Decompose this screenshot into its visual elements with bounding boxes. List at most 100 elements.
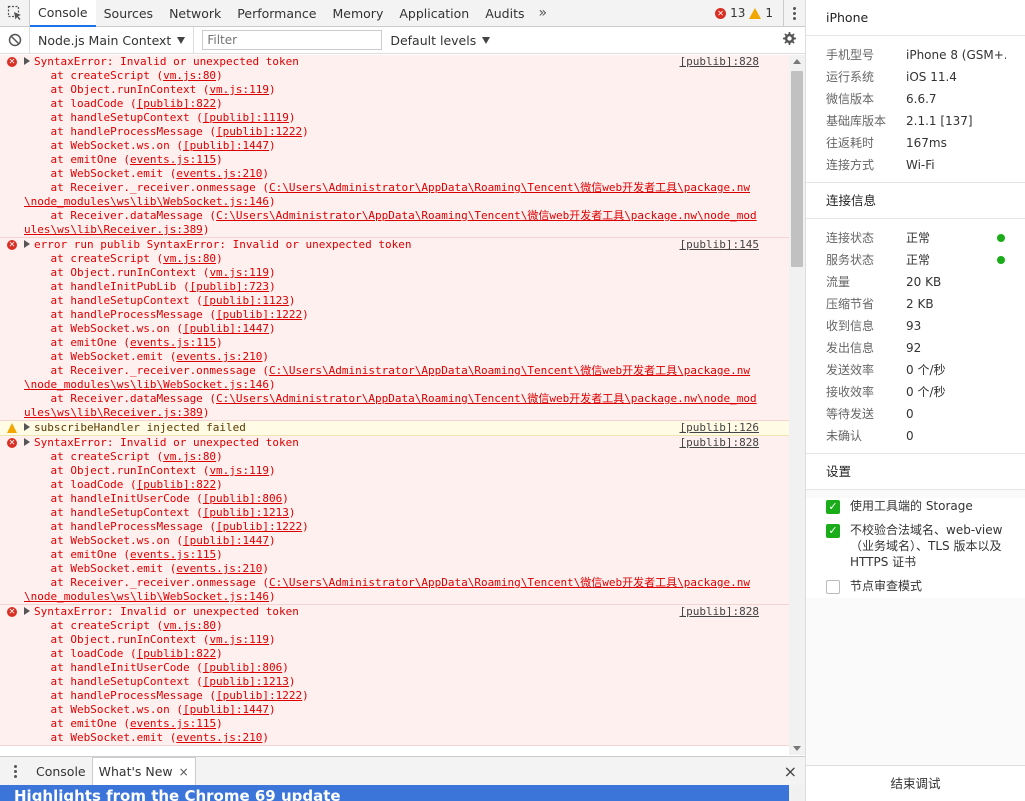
setting-checkbox[interactable]: ✓ [826, 524, 840, 538]
tab-console[interactable]: Console [30, 0, 96, 27]
frame-location-link[interactable]: vm.js:119 [209, 633, 269, 646]
message-header[interactable]: ✕ SyntaxError: Invalid or unexpected toke… [0, 436, 789, 450]
context-selector[interactable]: Node.js Main Context [30, 27, 195, 53]
frame-location-link[interactable]: C:\Users\Administrator\AppData\Roaming\T… [269, 181, 750, 194]
console-message[interactable]: ✕ SyntaxError: Invalid or unexpected toke… [0, 605, 789, 746]
drawer-tab-console[interactable]: Console [30, 757, 92, 785]
message-header[interactable]: ✕ error run publib SyntaxError: Invalid o… [0, 238, 789, 252]
frame-location-link[interactable]: [publib]:806 [203, 661, 282, 674]
message-source-link[interactable]: [publib]:126 [680, 421, 759, 435]
frame-location-link[interactable]: [publib]:1447 [183, 534, 269, 547]
frame-location-link[interactable]: vm.js:119 [209, 266, 269, 279]
tab-audits[interactable]: Audits [477, 0, 532, 27]
frame-location-link[interactable]: [publib]:1222 [216, 125, 302, 138]
frame-location-link[interactable]: events.js:210 [176, 350, 262, 363]
frame-location-link[interactable]: events.js:210 [176, 562, 262, 575]
frame-location-link[interactable]: events.js:115 [130, 548, 216, 561]
frame-location-link[interactable]: [publib]:1222 [216, 308, 302, 321]
frame-location-link[interactable]: [publib]:1447 [183, 703, 269, 716]
frame-function: at handleSetupContext ( [24, 675, 203, 688]
frame-location-link[interactable]: [publib]:1123 [203, 294, 289, 307]
end-debug-button[interactable]: 结束调试 [806, 765, 1025, 801]
frame-location-link[interactable]: vm.js:80 [163, 450, 216, 463]
scroll-down-icon[interactable] [793, 746, 801, 751]
setting-row[interactable]: 节点审查模式 [806, 578, 1025, 594]
inspect-element-icon[interactable] [0, 0, 30, 27]
message-source-link[interactable]: [publib]:828 [680, 55, 759, 69]
frame-location-link[interactable]: events.js:115 [130, 336, 216, 349]
frame-location-link[interactable]: vm.js:119 [209, 83, 269, 96]
frame-location-link[interactable]: C:\Users\Administrator\AppData\Roaming\T… [269, 364, 750, 377]
console-message[interactable]: ✕ error run publib SyntaxError: Invalid o… [0, 238, 789, 421]
frame-location-link[interactable]: [publib]:1119 [203, 111, 289, 124]
frame-location-link[interactable]: [publib]:1222 [216, 520, 302, 533]
gear-icon[interactable] [781, 31, 797, 50]
frame-location-link[interactable]: events.js:115 [130, 717, 216, 730]
frame-location-link[interactable]: [publib]:1447 [183, 139, 269, 152]
frame-location-link[interactable]: [publib]:1213 [203, 675, 289, 688]
expand-triangle-icon[interactable] [24, 423, 30, 431]
message-source-link[interactable]: [publib]:828 [680, 605, 759, 619]
frame-location-link[interactable]: vm.js:80 [163, 619, 216, 632]
frame-location-link[interactable]: \node_modules\ws\lib\WebSocket.js:146 [24, 195, 269, 208]
frame-location-link[interactable]: [publib]:723 [190, 280, 269, 293]
frame-suffix: ) [216, 336, 223, 349]
setting-row[interactable]: ✓ 使用工具端的 Storage [806, 498, 1025, 514]
frame-location-link[interactable]: C:\Users\Administrator\AppData\Roaming\T… [269, 576, 750, 589]
frame-location-link[interactable]: vm.js:80 [163, 252, 216, 265]
tab-sources[interactable]: Sources [96, 0, 161, 27]
drawer-tab-whats-new[interactable]: What's New × [91, 757, 196, 785]
setting-row[interactable]: ✓ 不校验合法域名、web-view（业务域名）、TLS 版本以及 HTTPS 证… [806, 522, 1025, 570]
issue-counters[interactable]: ✕ 13 1 [715, 6, 777, 20]
close-drawer-icon[interactable]: × [784, 762, 797, 781]
frame-location-link[interactable]: C:\Users\Administrator\AppData\Roaming\T… [216, 209, 757, 222]
message-header[interactable]: ✕ SyntaxError: Invalid or unexpected toke… [0, 55, 789, 69]
frame-location-link[interactable]: [publib]:1447 [183, 322, 269, 335]
frame-location-link[interactable]: events.js:115 [130, 153, 216, 166]
drawer-menu-icon[interactable] [0, 757, 30, 785]
frame-location-link[interactable]: events.js:210 [176, 731, 262, 744]
filter-input[interactable] [202, 30, 383, 50]
console-scrollbar[interactable] [789, 55, 805, 755]
frame-location-link[interactable]: [publib]:822 [137, 97, 216, 110]
expand-triangle-icon[interactable] [24, 57, 30, 65]
expand-triangle-icon[interactable] [24, 240, 30, 248]
console-message[interactable]: ✕ SyntaxError: Invalid or unexpected toke… [0, 55, 789, 238]
expand-triangle-icon[interactable] [24, 607, 30, 615]
message-header[interactable]: subscribeHandler injected failed [publib]… [0, 421, 789, 435]
frame-location-link[interactable]: [publib]:806 [203, 492, 282, 505]
message-source-link[interactable]: [publib]:145 [680, 238, 759, 252]
message-header[interactable]: ✕ SyntaxError: Invalid or unexpected toke… [0, 605, 789, 619]
frame-location-link[interactable]: \node_modules\ws\lib\WebSocket.js:146 [24, 590, 269, 603]
frame-location-link[interactable]: vm.js:80 [163, 69, 216, 82]
console-message[interactable]: subscribeHandler injected failed [publib]… [0, 421, 789, 436]
frame-location-link[interactable]: \node_modules\ws\lib\WebSocket.js:146 [24, 378, 269, 391]
frame-location-link[interactable]: ules\ws\lib\Receiver.js:389 [24, 406, 203, 419]
console-output[interactable]: ✕ SyntaxError: Invalid or unexpected toke… [0, 55, 789, 755]
setting-checkbox[interactable]: ✓ [826, 500, 840, 514]
console-message[interactable]: ✕ SyntaxError: Invalid or unexpected toke… [0, 436, 789, 605]
frame-location-link[interactable]: vm.js:119 [209, 464, 269, 477]
close-icon[interactable]: × [179, 765, 189, 779]
tab-memory[interactable]: Memory [325, 0, 392, 27]
scroll-up-icon[interactable] [793, 59, 801, 64]
frame-location-link[interactable]: [publib]:1222 [216, 689, 302, 702]
expand-triangle-icon[interactable] [24, 438, 30, 446]
clear-console-icon[interactable] [0, 27, 30, 53]
tab-application[interactable]: Application [391, 0, 477, 27]
log-levels-dropdown[interactable]: Default levels [390, 33, 491, 48]
drawer-scrollbar[interactable] [789, 785, 805, 801]
frame-location-link[interactable]: [publib]:1213 [203, 506, 289, 519]
message-source-link[interactable]: [publib]:828 [680, 436, 759, 450]
frame-location-link[interactable]: C:\Users\Administrator\AppData\Roaming\T… [216, 392, 757, 405]
frame-location-link[interactable]: [publib]:822 [137, 647, 216, 660]
tab-network[interactable]: Network [161, 0, 229, 27]
setting-checkbox[interactable] [826, 580, 840, 594]
devtools-menu-icon[interactable] [783, 0, 805, 27]
tab-performance[interactable]: Performance [229, 0, 324, 27]
frame-location-link[interactable]: ules\ws\lib\Receiver.js:389 [24, 223, 203, 236]
more-tabs-button[interactable]: » [532, 0, 553, 27]
frame-location-link[interactable]: [publib]:822 [137, 478, 216, 491]
scrollbar-thumb[interactable] [791, 71, 803, 267]
frame-location-link[interactable]: events.js:210 [176, 167, 262, 180]
